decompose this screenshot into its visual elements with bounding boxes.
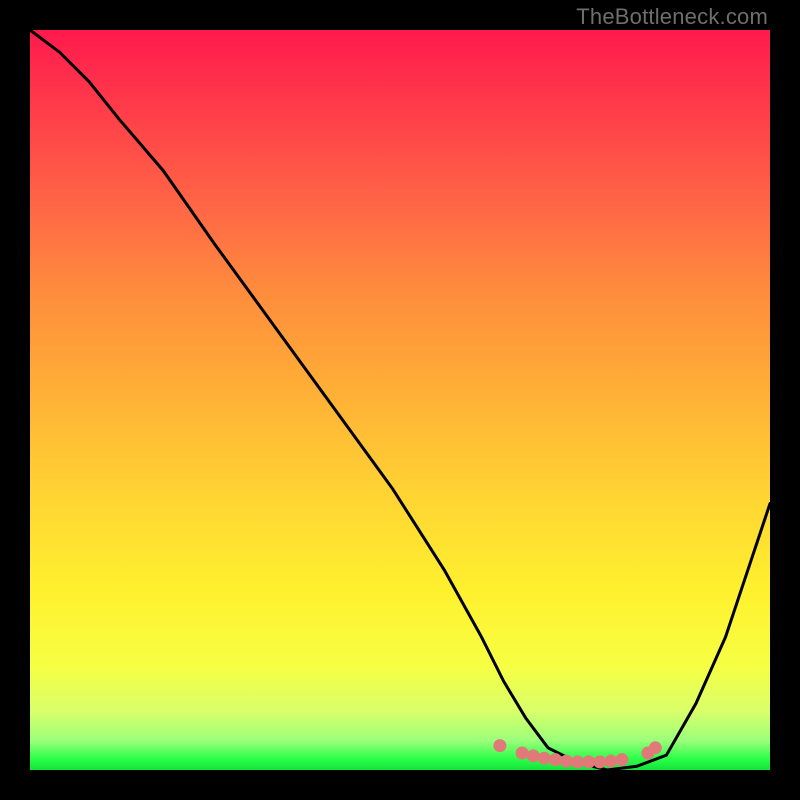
valley-marker-dot (560, 755, 573, 768)
valley-marker-dot (582, 755, 595, 768)
bottleneck-curve (30, 30, 770, 770)
chart-svg (30, 30, 770, 770)
valley-marker-dot (549, 753, 562, 766)
watermark-text: TheBottleneck.com (576, 4, 768, 30)
valley-marker-dot (493, 739, 506, 752)
valley-marker-dot (604, 755, 617, 768)
chart-frame: TheBottleneck.com (0, 0, 800, 800)
valley-marker-dot (571, 755, 584, 768)
valley-marker-dot (538, 752, 551, 765)
valley-marker-dot (527, 749, 540, 762)
valley-markers (493, 739, 661, 768)
valley-marker-dot (516, 747, 529, 760)
valley-marker-dot (593, 755, 606, 768)
chart-plot-area (30, 30, 770, 770)
valley-marker-dot (649, 741, 662, 754)
valley-marker-dot (616, 753, 629, 766)
